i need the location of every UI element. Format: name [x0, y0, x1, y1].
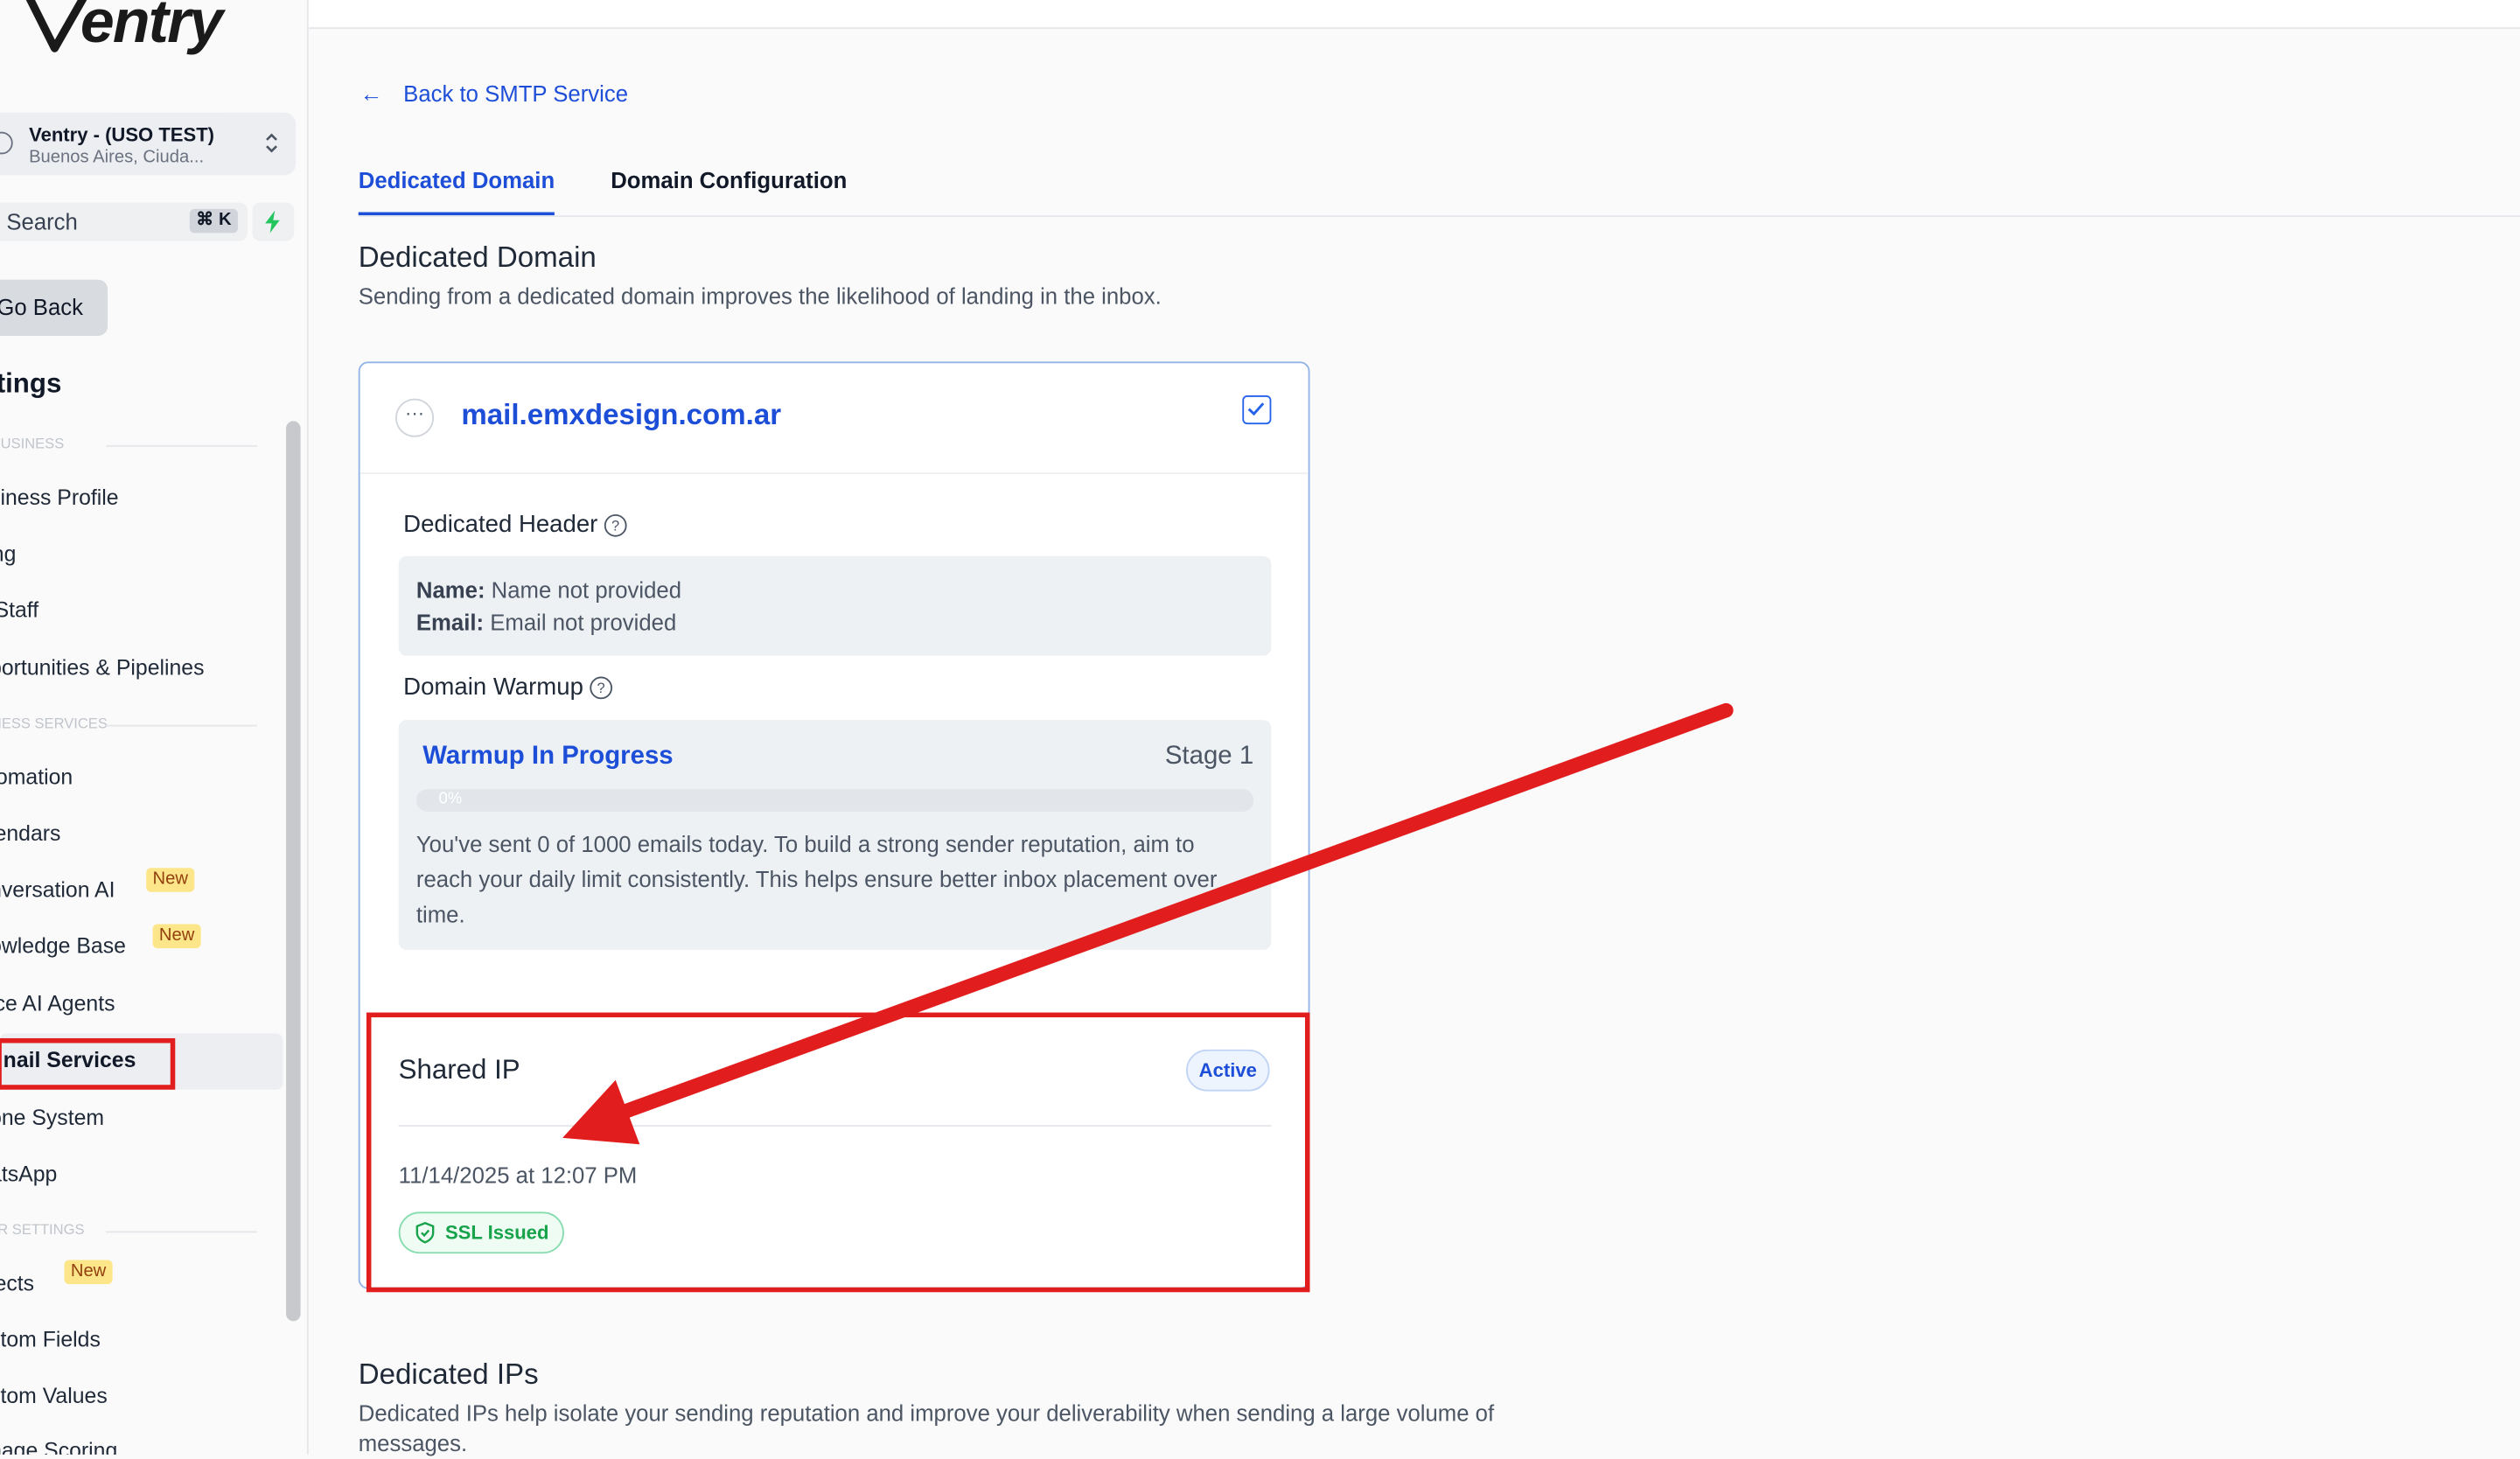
- new-badge: New: [152, 924, 201, 949]
- header-email-value: Email not provided: [490, 609, 677, 635]
- top-bar: [308, 0, 2520, 30]
- search-shortcut: ⌘ K: [189, 208, 238, 234]
- header-email-row: Email: Email not provided: [416, 609, 676, 634]
- lightning-bolt-icon: [265, 210, 280, 234]
- sidebar-item-objects[interactable]: bjects: [0, 1271, 34, 1295]
- new-badge: New: [146, 868, 195, 892]
- warmup-message: You've sent 0 of 1000 emails today. To b…: [415, 830, 1218, 928]
- sidebar-item-conversation-ai[interactable]: onversation AI: [0, 877, 115, 902]
- go-back-button[interactable]: Go Back: [0, 279, 108, 337]
- header-email-label: Email:: [415, 609, 485, 635]
- sidebar-item-automation[interactable]: utomation: [0, 765, 73, 790]
- warmup-status: Warmup In Progress: [422, 742, 674, 771]
- section-business: Y BUSINESS: [0, 436, 257, 451]
- sidebar-item-whatsapp[interactable]: hatsApp: [0, 1162, 57, 1186]
- quick-action-button[interactable]: [252, 202, 295, 241]
- sidebar-item-my-staff[interactable]: y Staff: [0, 598, 38, 623]
- sidebar-item-custom-values[interactable]: ustom Values: [0, 1384, 108, 1408]
- sidebar-item-billing[interactable]: lling: [0, 541, 16, 566]
- sidebar-item-voice-ai-agents[interactable]: oice AI Agents: [0, 992, 115, 1016]
- settings-title: ttings: [0, 367, 62, 399]
- location-pin-icon: [0, 131, 13, 155]
- account-switcher[interactable]: Ventry - (USO TEST) Buenos Aires, Ciuda.…: [0, 112, 297, 176]
- section-title-dedicated-domain: Dedicated Domain: [358, 241, 597, 274]
- header-name-label: Name:: [415, 576, 485, 604]
- sidebar-item-manage-scoring[interactable]: anage Scoring: [0, 1438, 117, 1454]
- sidebar-item-knowledge-base[interactable]: nowledge Base: [0, 934, 126, 959]
- card-divider: [360, 472, 1309, 475]
- domain-warmup-label: Domain Warmup?: [403, 673, 613, 702]
- tab-domain-configuration[interactable]: Domain Configuration: [611, 167, 847, 192]
- warmup-progress-bar: 0%: [415, 789, 1254, 812]
- sidebar-item-calendars[interactable]: alendars: [0, 821, 60, 846]
- sidebar-item-phone-system[interactable]: hone System: [0, 1106, 104, 1130]
- account-name: Ventry - (USO TEST): [29, 123, 215, 147]
- dedicated-header-text: Dedicated Header: [403, 511, 598, 539]
- sidebar-item-opportunities[interactable]: pportunities & Pipelines: [0, 656, 205, 681]
- chevron-up-down-icon: [266, 133, 277, 153]
- account-location: Buenos Aires, Ciuda...: [29, 148, 205, 168]
- sidebar: entry Ventry - (USO TEST) Buenos Aires, …: [0, 0, 309, 1455]
- back-link-label: Back to SMTP Service: [403, 80, 629, 107]
- search-input[interactable]: Search ⌘ K: [0, 202, 248, 241]
- section-title-dedicated-ips: Dedicated IPs: [358, 1358, 539, 1391]
- brand-logo[interactable]: entry: [19, 0, 261, 71]
- sidebar-scrollbar[interactable]: [286, 421, 301, 1322]
- question-circle-icon[interactable]: ?: [590, 676, 613, 700]
- question-circle-icon[interactable]: ?: [604, 513, 627, 537]
- new-badge: New: [64, 1260, 113, 1285]
- back-link[interactable]: ← Back to SMTP Service: [360, 80, 628, 106]
- sidebar-item-business-profile[interactable]: usiness Profile: [0, 485, 119, 510]
- section-subtitle-dedicated-domain: Sending from a dedicated domain improves…: [358, 283, 1162, 309]
- section-subtitle-dedicated-ips: Dedicated IPs help isolate your sending …: [358, 1400, 1495, 1456]
- section-other-settings: HER SETTINGS: [0, 1221, 255, 1238]
- warmup-stage: Stage 1: [1164, 742, 1254, 771]
- header-name-value: Name not provided: [491, 576, 682, 604]
- tab-dedicated-domain[interactable]: Dedicated Domain: [359, 167, 555, 192]
- warmup-progress-label: 0%: [438, 791, 463, 809]
- search-label: Search: [6, 208, 78, 235]
- domain-warmup-box: Warmup In Progress Stage 1 0% You've sen…: [398, 720, 1272, 950]
- logo-text: entry: [80, 0, 223, 57]
- tabs-divider: [358, 215, 2520, 218]
- dedicated-header-label: Dedicated Header?: [403, 511, 627, 539]
- annotation-box-shared-ip: [366, 1012, 1310, 1293]
- check-square-icon[interactable]: [1242, 395, 1272, 425]
- domain-name[interactable]: mail.emxdesign.com.ar: [461, 399, 781, 433]
- dedicated-header-box: Name: Name not provided Email: Email not…: [398, 555, 1272, 656]
- ellipsis-icon[interactable]: ···: [395, 398, 435, 437]
- sidebar-item-custom-fields[interactable]: ustom Fields: [0, 1328, 101, 1352]
- header-name-row: Name: Name not provided: [416, 577, 681, 603]
- arrow-left-icon: ←: [360, 80, 383, 107]
- section-business-services: SINESS SERVICES: [0, 716, 257, 731]
- annotation-box-sidebar: [0, 1037, 176, 1090]
- domain-warmup-text: Domain Warmup: [403, 673, 583, 702]
